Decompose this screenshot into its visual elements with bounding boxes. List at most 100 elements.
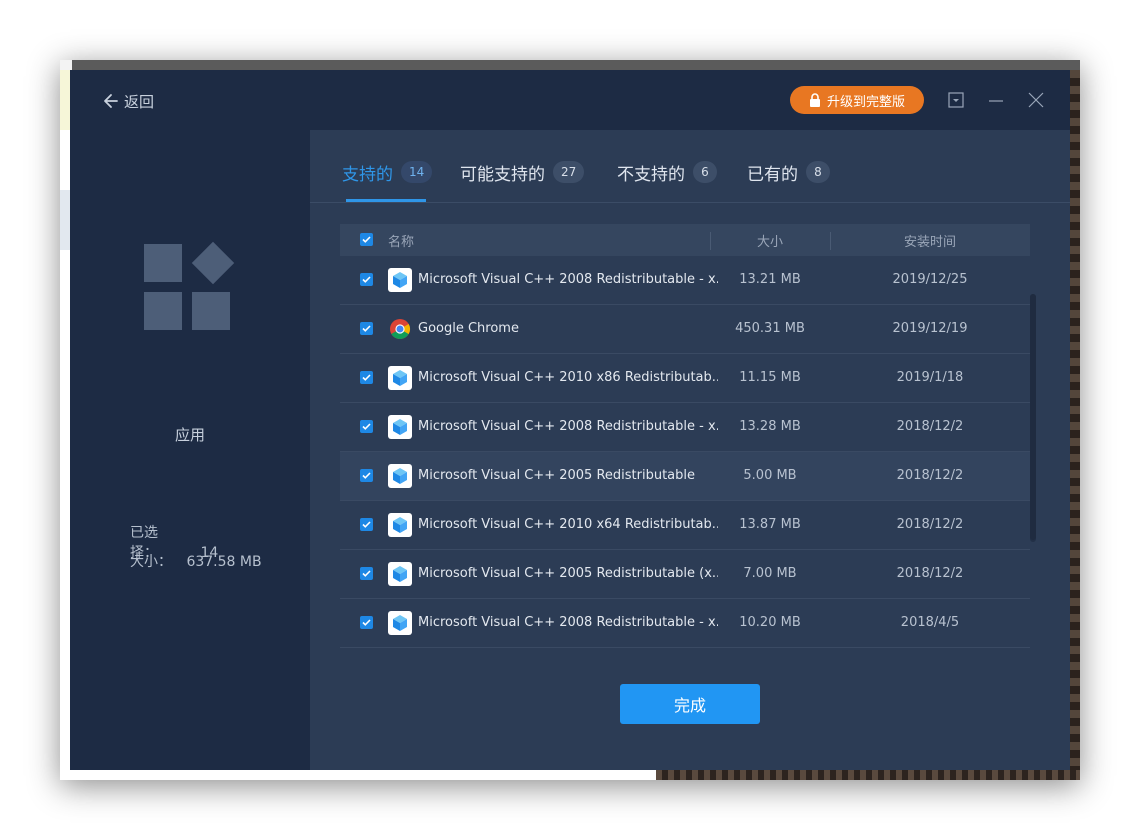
app-size: 11.15 MB bbox=[739, 370, 801, 385]
menu-dropdown-icon bbox=[948, 92, 964, 108]
size-label: 大小： bbox=[130, 554, 172, 570]
app-table: 名称 大小 安装时间 Microsoft Visual C++ 2008 Red… bbox=[340, 224, 1040, 650]
table-row[interactable]: Microsoft Visual C++ 2008 Redistributabl… bbox=[340, 256, 1030, 305]
app-size: 13.28 MB bbox=[739, 419, 801, 434]
close-button[interactable] bbox=[1026, 90, 1046, 110]
checkmark-icon bbox=[362, 276, 371, 283]
install-date: 2019/1/18 bbox=[896, 370, 964, 385]
row-checkbox[interactable] bbox=[360, 273, 373, 286]
row-checkbox[interactable] bbox=[360, 518, 373, 531]
tab-label: 支持的 bbox=[342, 164, 393, 185]
package-icon bbox=[388, 415, 412, 439]
column-divider bbox=[830, 232, 831, 250]
dropdown-menu-button[interactable] bbox=[946, 90, 966, 110]
background-window-strip bbox=[72, 60, 1080, 70]
minimize-button[interactable] bbox=[986, 90, 1006, 110]
column-size[interactable]: 大小 bbox=[710, 224, 830, 256]
app-size: 13.21 MB bbox=[739, 272, 801, 287]
scrollbar-thumb[interactable] bbox=[1030, 294, 1036, 540]
table-row[interactable]: Microsoft Visual C++ 2010 x64 Redistribu… bbox=[340, 501, 1030, 550]
upgrade-button[interactable]: 升级到完整版 bbox=[790, 86, 924, 114]
row-checkbox[interactable] bbox=[360, 616, 373, 629]
tab-label: 可能支持的 bbox=[460, 164, 545, 185]
checkmark-icon bbox=[362, 619, 371, 626]
install-date: 2018/12/2 bbox=[896, 517, 964, 532]
checkmark-icon bbox=[362, 423, 371, 430]
app-window: 返回 升级到完整版 应用 已选择： 14 大小： 637.58 MB 支持的 1… bbox=[70, 70, 1070, 770]
package-icon bbox=[388, 366, 412, 390]
count-badge: 14 bbox=[401, 161, 433, 183]
app-name: Microsoft Visual C++ 2010 x64 Redistribu… bbox=[418, 517, 718, 532]
back-label: 返回 bbox=[124, 92, 155, 111]
app-name: Google Chrome bbox=[418, 321, 519, 336]
checkmark-icon bbox=[362, 325, 371, 332]
done-label: 完成 bbox=[673, 696, 706, 715]
app-size: 450.31 MB bbox=[735, 321, 805, 336]
chrome-icon bbox=[388, 317, 412, 341]
row-checkbox[interactable] bbox=[360, 420, 373, 433]
install-date: 2018/12/2 bbox=[896, 468, 964, 483]
size-value: 637.58 MB bbox=[186, 554, 262, 570]
table-row[interactable]: Microsoft Visual C++ 2010 x86 Redistribu… bbox=[340, 354, 1030, 403]
background-wallpaper-edge bbox=[1070, 70, 1080, 770]
done-button[interactable]: 完成 bbox=[620, 684, 760, 724]
active-tab-indicator bbox=[346, 199, 426, 202]
package-icon bbox=[388, 562, 412, 586]
main-panel: 支持的 14 可能支持的 27 不支持的 6 已有的 8 名称 大小 安装时间 … bbox=[310, 130, 1070, 770]
app-name: Microsoft Visual C++ 2008 Redistributabl… bbox=[418, 615, 718, 630]
app-size: 13.87 MB bbox=[739, 517, 801, 532]
checkmark-icon bbox=[362, 374, 371, 381]
package-icon bbox=[388, 513, 412, 537]
tab-label: 不支持的 bbox=[617, 164, 685, 185]
tab-label: 已有的 bbox=[747, 164, 798, 185]
app-name: Microsoft Visual C++ 2008 Redistributabl… bbox=[418, 272, 718, 287]
table-body: Microsoft Visual C++ 2008 Redistributabl… bbox=[340, 256, 1030, 648]
table-scrollbar[interactable] bbox=[1030, 294, 1036, 542]
background-wallpaper-bottom bbox=[656, 770, 1080, 780]
table-row[interactable]: Microsoft Visual C++ 2005 Redistributabl… bbox=[340, 452, 1030, 501]
row-checkbox[interactable] bbox=[360, 469, 373, 482]
apps-category-icon bbox=[144, 241, 236, 334]
app-name: Microsoft Visual C++ 2005 Redistributabl… bbox=[418, 566, 718, 581]
install-date: 2019/12/19 bbox=[892, 321, 968, 336]
upgrade-label: 升级到完整版 bbox=[826, 94, 905, 110]
app-size: 10.20 MB bbox=[739, 615, 801, 630]
row-checkbox[interactable] bbox=[360, 371, 373, 384]
checkmark-icon bbox=[362, 570, 371, 577]
back-button[interactable]: 返回 bbox=[102, 90, 154, 112]
package-icon bbox=[388, 268, 412, 292]
table-row[interactable]: Microsoft Visual C++ 2005 Redistributabl… bbox=[340, 550, 1030, 599]
table-header: 名称 大小 安装时间 bbox=[340, 224, 1030, 256]
count-badge: 27 bbox=[553, 161, 585, 183]
app-size: 7.00 MB bbox=[743, 566, 797, 581]
tab-possibly-supported[interactable]: 可能支持的 27 bbox=[460, 160, 585, 185]
install-date: 2019/12/25 bbox=[892, 272, 968, 287]
app-name: Microsoft Visual C++ 2010 x86 Redistribu… bbox=[418, 370, 718, 385]
selected-size: 大小： 637.58 MB bbox=[130, 551, 262, 571]
app-size: 5.00 MB bbox=[743, 468, 797, 483]
tab-bar: 支持的 14 可能支持的 27 不支持的 6 已有的 8 bbox=[310, 130, 1070, 203]
checkmark-icon bbox=[362, 472, 371, 479]
select-all-checkbox[interactable] bbox=[360, 233, 373, 246]
table-row[interactable]: Google Chrome 450.31 MB 2019/12/19 bbox=[340, 305, 1030, 354]
package-icon bbox=[388, 464, 412, 488]
install-date: 2018/4/5 bbox=[900, 615, 960, 630]
sidebar: 应用 已选择： 14 大小： 637.58 MB bbox=[70, 130, 310, 770]
category-label: 应用 bbox=[174, 426, 205, 444]
close-icon bbox=[1028, 92, 1044, 108]
background-window-bottom bbox=[60, 770, 656, 780]
checkmark-icon bbox=[362, 521, 371, 528]
tab-unsupported[interactable]: 不支持的 6 bbox=[617, 160, 717, 185]
row-checkbox[interactable] bbox=[360, 322, 373, 335]
table-row[interactable]: Microsoft Visual C++ 2008 Redistributabl… bbox=[340, 403, 1030, 452]
install-date: 2018/12/2 bbox=[896, 419, 964, 434]
column-name[interactable]: 名称 bbox=[388, 224, 414, 256]
title-bar: 返回 升级到完整版 bbox=[70, 70, 1070, 130]
column-install-date[interactable]: 安装时间 bbox=[850, 224, 1010, 256]
install-date: 2018/12/2 bbox=[896, 566, 964, 581]
row-checkbox[interactable] bbox=[360, 567, 373, 580]
package-icon bbox=[388, 611, 412, 635]
tab-supported[interactable]: 支持的 14 bbox=[342, 160, 433, 185]
tab-existing[interactable]: 已有的 8 bbox=[747, 160, 830, 185]
table-row[interactable]: Microsoft Visual C++ 2008 Redistributabl… bbox=[340, 599, 1030, 648]
